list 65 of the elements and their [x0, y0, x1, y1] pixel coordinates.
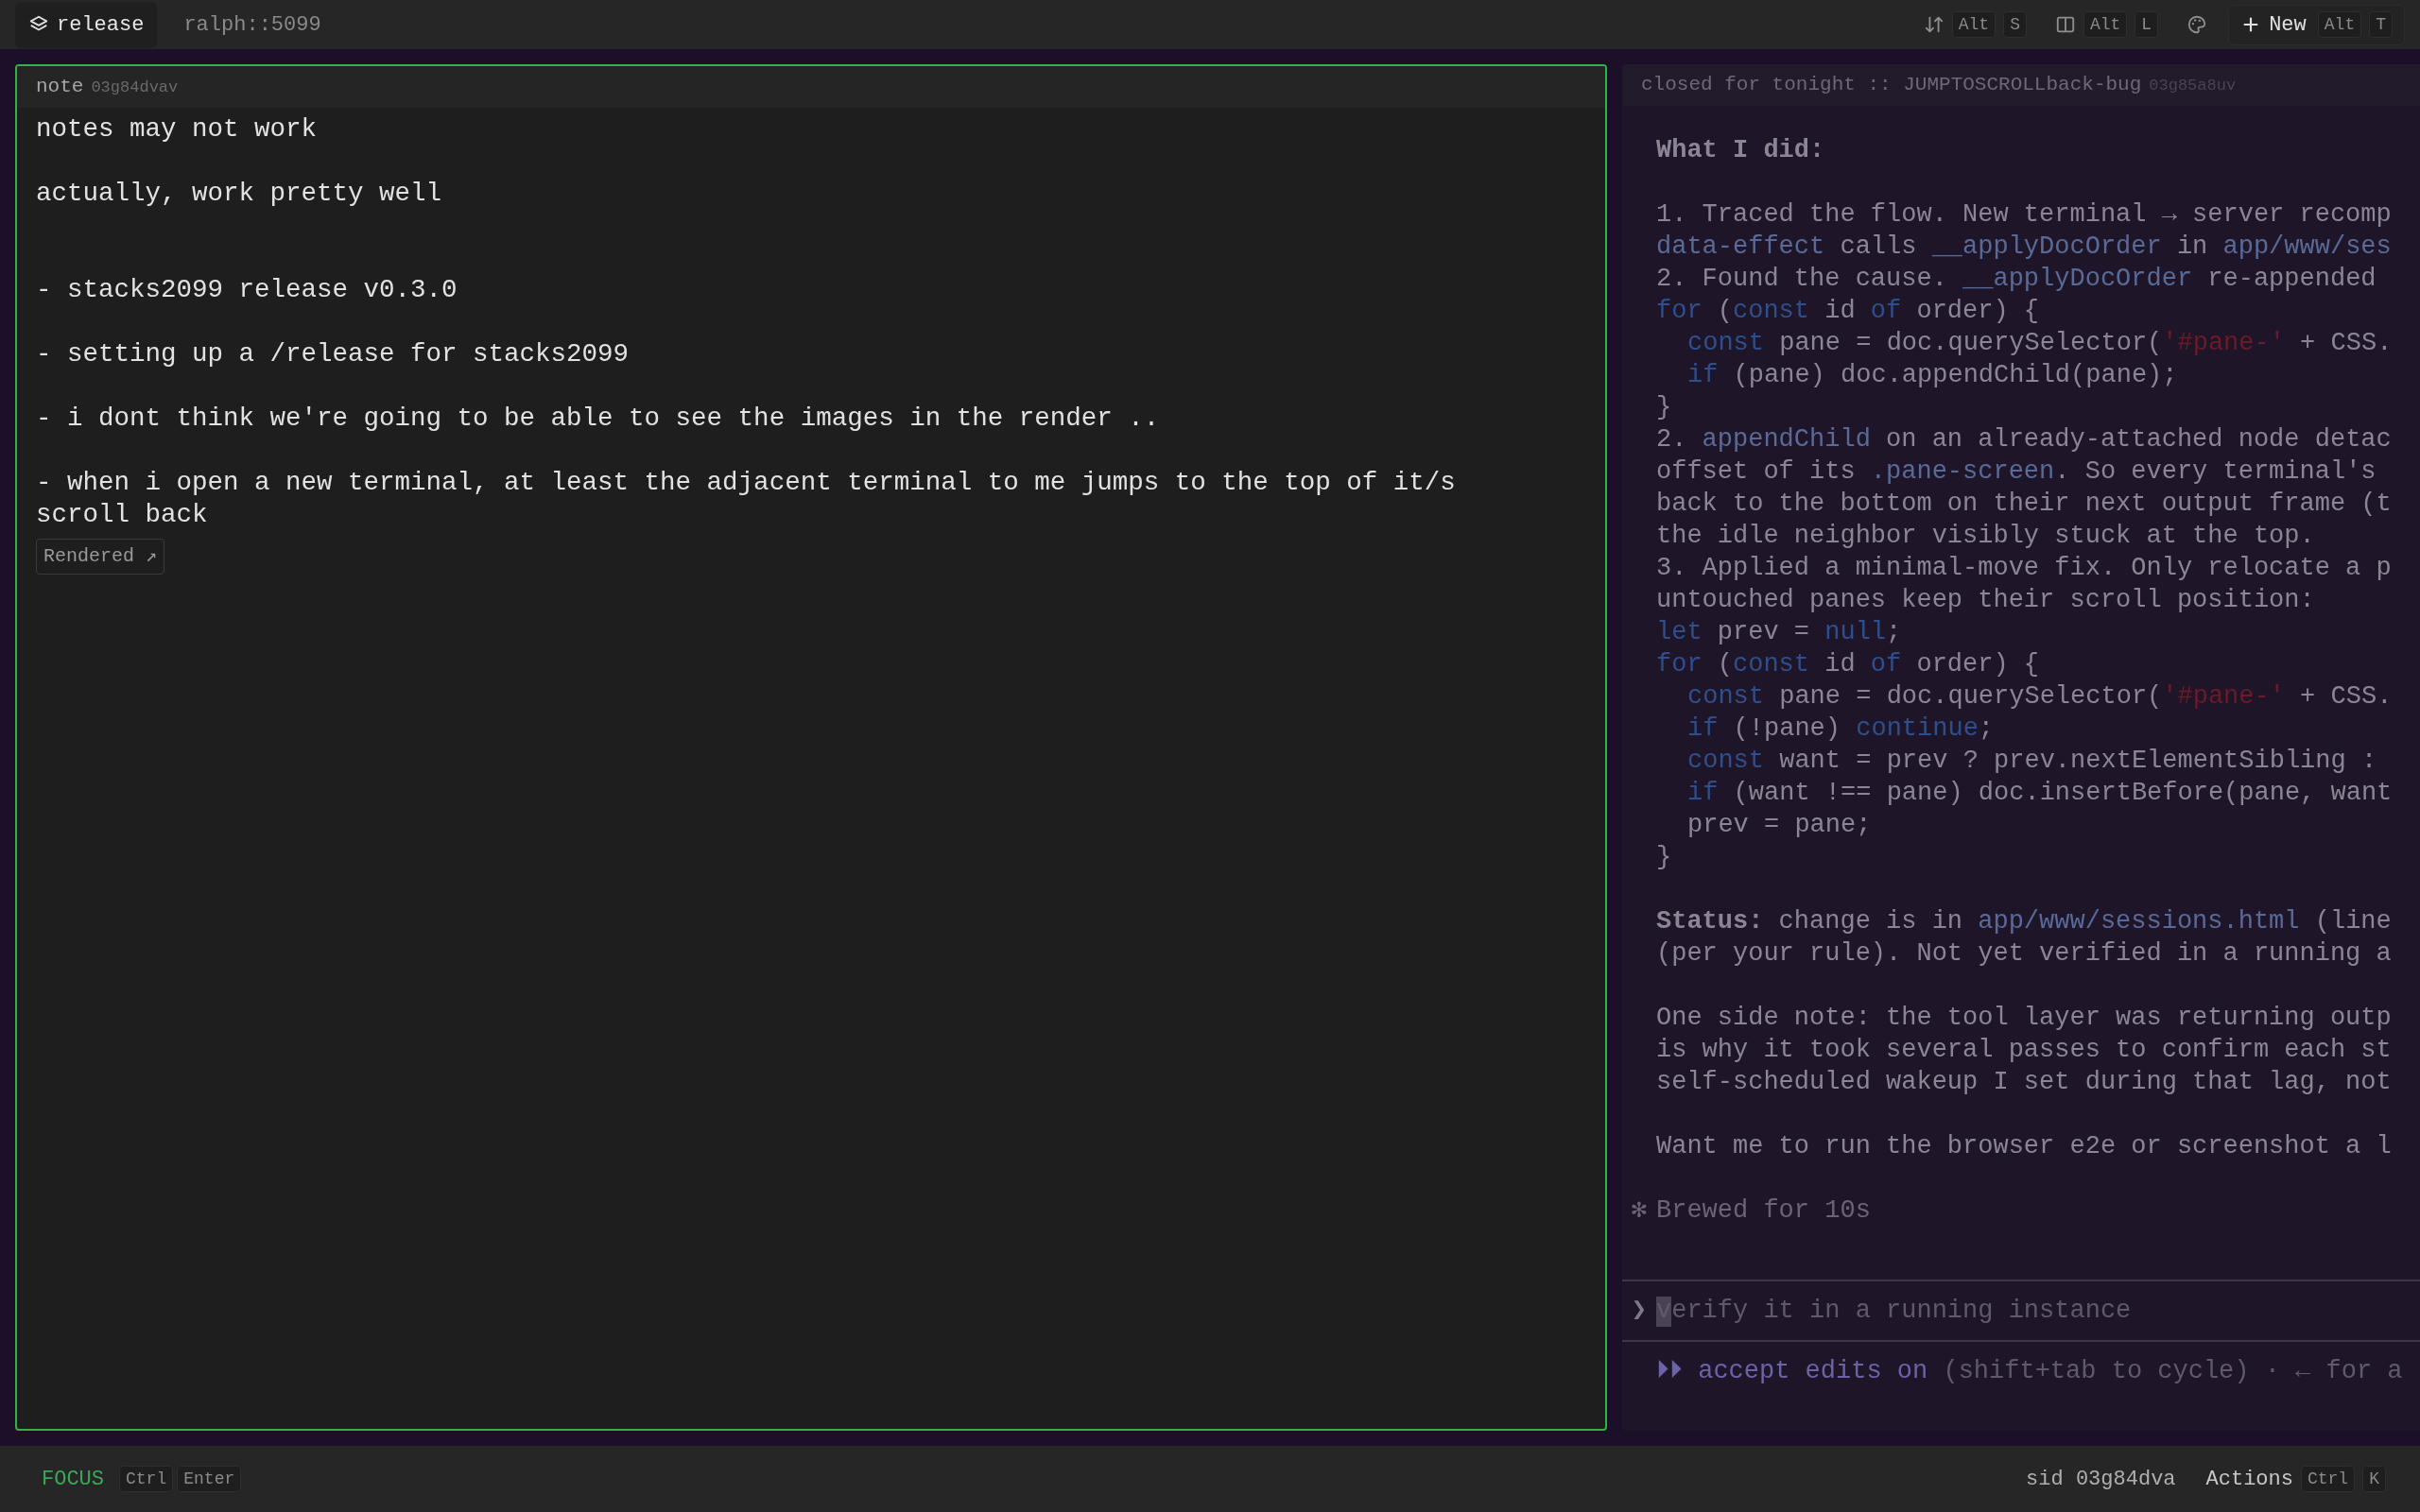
actions-button[interactable]: Actions Ctrl K: [2198, 1459, 2394, 1499]
palette-icon: [2187, 14, 2208, 35]
shortcut-key: Ctrl: [2300, 1466, 2356, 1492]
status-text: Brewed for 10s: [1656, 1194, 1871, 1227]
shortcut-key: Enter: [177, 1466, 242, 1492]
mode-line: ⏵⏵ accept edits on (shift+tab to cycle) · ← for a: [1655, 1355, 2404, 1387]
output-line: }: [1655, 391, 1673, 423]
tab[interactable]: release: [15, 1, 158, 48]
shortcut-key: Ctrl: [119, 1466, 174, 1492]
output-line: Want me to run the browser e2e or screenshot a l: [1655, 1130, 2393, 1162]
output-line: Status: change is in app/www/sessions.html (line: [1655, 905, 2393, 937]
output-line: offset of its .pane-screen. So every terminal's: [1655, 455, 2377, 488]
mode-label: FOCUS: [42, 1466, 104, 1493]
new-button[interactable]: New Alt T: [2228, 4, 2405, 45]
shortcut-key: Alt: [2317, 11, 2362, 38]
output-line: 2. appendChild on an already-attached node detac: [1655, 423, 2393, 455]
tab[interactable]: ralph::5099: [170, 1, 335, 48]
output-line: if (!pane) continue;: [1686, 713, 1996, 745]
output-line: }: [1655, 841, 1673, 873]
button-label: Actions: [2205, 1466, 2293, 1493]
output-line: if (pane) doc.appendChild(pane);: [1686, 359, 2179, 391]
spinner-icon: ✻: [1622, 1194, 1656, 1227]
output-line: 3. Applied a minimal-move fix. Only relocate a p: [1655, 552, 2393, 584]
pane-title: note: [36, 75, 84, 99]
rendered-link[interactable]: Rendered ↗: [36, 538, 165, 575]
output-line: (per your rule). Not yet verified in a running a: [1655, 937, 2393, 970]
prompt-icon: ❯: [1622, 1294, 1656, 1327]
output-line: self-scheduled wakeup I set during that lag, not: [1655, 1066, 2393, 1098]
output-line: prev = pane;: [1686, 809, 1873, 841]
output-line: if (want !== pane) doc.insertBefore(pane, want: [1686, 777, 2394, 809]
output-line: for (const id of order) {: [1655, 295, 2041, 327]
shortcut-key: T: [2369, 11, 2393, 38]
output-line: 1. Traced the flow. New terminal → server recomp: [1655, 198, 2393, 231]
split-view-icon: [2054, 14, 2076, 35]
pane-title: closed for tonight :: JUMPTOSCROLLback-bug: [1641, 73, 2142, 97]
output-line: for (const id of order) {: [1655, 648, 2041, 680]
note-text: - i dont think we're going to be able to see the images in the render ..: [36, 402, 1161, 435]
output-line: back to the bottom on their next output frame (t: [1655, 488, 2393, 520]
sort-button[interactable]: Alt S: [1915, 8, 2034, 42]
output-line: One side note: the tool layer was returning outp: [1655, 1002, 2393, 1034]
note-text: - stacks2099 release v0.3.0: [36, 273, 458, 306]
note-text: actually, work pretty well: [36, 177, 443, 210]
note-text: notes may not work: [36, 112, 319, 146]
output-line: let prev = null;: [1655, 616, 1903, 648]
shortcut-key: S: [2003, 11, 2027, 38]
output-line: the idle neighbor visibly stuck at the top.: [1655, 520, 2316, 552]
output-line: What I did:: [1655, 134, 1826, 166]
output-line: untouched panes keep their scroll position:: [1655, 584, 2316, 616]
button-label: New: [2269, 11, 2307, 39]
shortcut-key: L: [2135, 11, 2159, 38]
output-line: 2. Found the cause. __applyDocOrder re-appended: [1655, 263, 2377, 295]
output-line: data-effect calls __applyDocOrder in app/www/ses: [1655, 231, 2393, 263]
shortcut-key: Alt: [2083, 11, 2128, 38]
layout-button[interactable]: Alt L: [2047, 8, 2167, 42]
output-line: const pane = doc.querySelector('#pane-' + CSS.: [1686, 680, 2394, 713]
shortcut-key: K: [2362, 1466, 2386, 1492]
note-text: - setting up a /release for stacks2099: [36, 337, 631, 370]
shortcut-key: Alt: [1951, 11, 1996, 38]
session-id: sid 03g84dva: [2026, 1466, 2176, 1493]
note-text: - when i open a new terminal, at least the adjacent terminal to me jumps to the top of it/s scroll back: [36, 466, 1457, 531]
output-line: is why it took several passes to confirm each st: [1655, 1034, 2393, 1066]
pane-id: 03g84dvav: [91, 77, 179, 98]
sort-icon: [1923, 14, 1945, 35]
output-line: const want = prev ? prev.nextElementSibling :: [1686, 745, 2378, 777]
output-line: const pane = doc.querySelector('#pane-' + CSS.: [1686, 327, 2394, 359]
